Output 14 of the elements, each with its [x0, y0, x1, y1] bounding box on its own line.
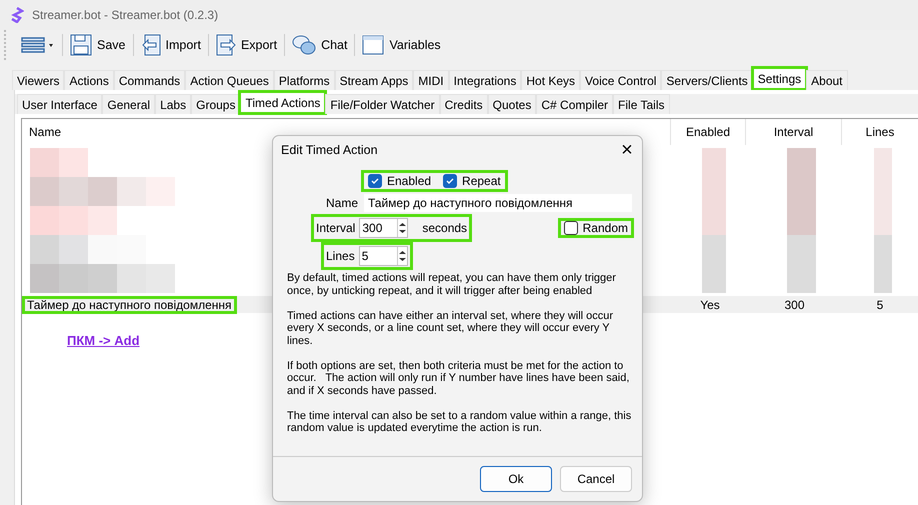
table-cell-text: 5: [876, 298, 884, 312]
table-cell-text: 300: [783, 298, 806, 312]
table-cell: Таймер до наступного повідомлення: [24, 298, 235, 312]
help-paragraph: The time interval can also be set to a random value within a range, this random value is updated everytime the action is run.: [287, 410, 632, 434]
annotation-text: ПКМ -> Add: [67, 333, 140, 348]
help-paragraph: If both options are set, then both criteria must be met for the action to occur. The action will only run if Y number have lines have been said, and if X seconds have passed.: [287, 360, 630, 397]
dialog-title: Edit Timed Action: [281, 143, 378, 157]
field-label: Interval: [316, 221, 356, 235]
unit-label: seconds: [422, 221, 468, 235]
window-title: Streamer.bot - Streamer.bot (0.2.3): [32, 8, 218, 22]
field-label: Name: [324, 196, 359, 210]
field-label: Lines: [326, 249, 355, 263]
help-paragraph: By default, timed actions will repeat, you can have them only trigger once, by unticking repeat, and it will trigger after being enabled: [287, 272, 617, 297]
table-cell-text: Yes: [699, 298, 721, 312]
